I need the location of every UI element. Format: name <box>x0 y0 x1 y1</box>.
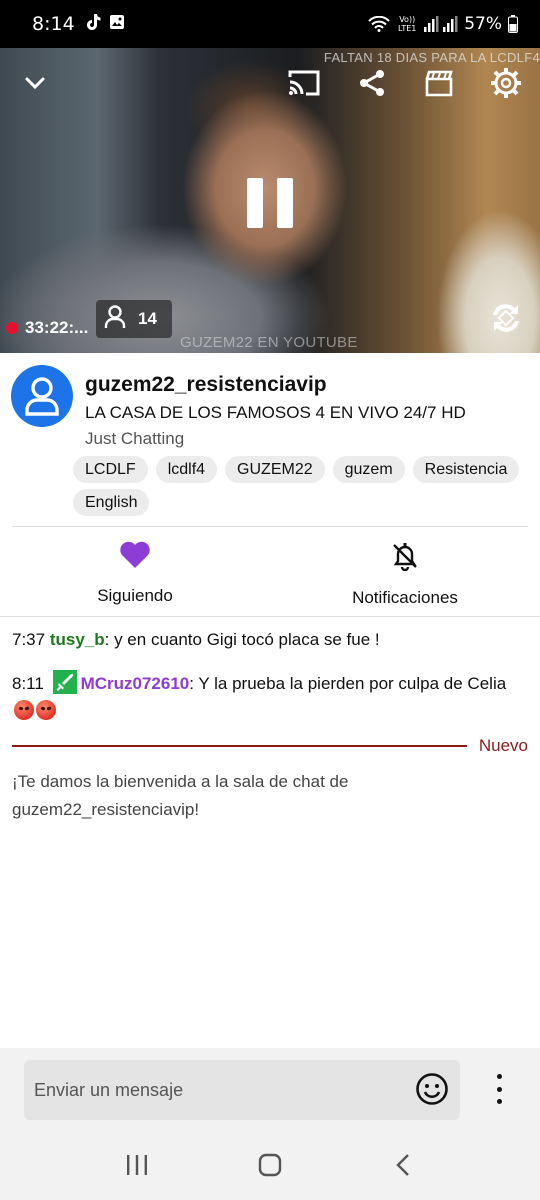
message-text: Y la prueba la pierden por culpa de Celi… <box>193 674 507 693</box>
message-time: 8:11 <box>12 674 44 693</box>
chevron-down-icon[interactable] <box>20 68 50 98</box>
battery-icon <box>508 15 518 33</box>
heart-icon <box>119 541 151 574</box>
channel-info: guzem22_resistenciavip LA CASA DE LOS FA… <box>0 353 540 527</box>
channel-name[interactable]: guzem22_resistenciavip <box>85 373 327 397</box>
chat-message: 7:37 tusy_b: y en cuanto Gigi tocó placa… <box>12 626 528 654</box>
new-messages-label: Nuevo <box>478 736 528 755</box>
rotate-icon[interactable] <box>486 298 526 338</box>
tag-chip[interactable]: lcdlf4 <box>155 456 218 483</box>
tag-chip[interactable]: guzem <box>332 456 405 483</box>
home-icon[interactable] <box>250 1145 290 1185</box>
battery-level: 57% <box>464 14 502 34</box>
tag-chip[interactable]: English <box>73 489 150 516</box>
signal-icon <box>424 16 458 32</box>
more-options-icon[interactable] <box>488 1072 510 1106</box>
live-uptime: 33:22:... <box>6 310 88 346</box>
network-type: Vo)) LTE1 <box>398 15 417 33</box>
follow-button[interactable]: Siguiendo <box>0 527 270 616</box>
message-username[interactable]: MCruz072610 <box>81 674 190 693</box>
viewer-count: 14 <box>96 300 172 338</box>
message-text: y en cuanto Gigi tocó placa se fue ! <box>109 630 380 649</box>
sword-badge-icon <box>52 670 77 694</box>
chat-input[interactable] <box>24 1060 460 1120</box>
avatar[interactable] <box>11 365 73 427</box>
message-time: 7:37 <box>12 630 46 649</box>
status-bar: 8:14 Vo)) LTE1 57% <box>0 0 540 48</box>
chat-input-bar <box>0 1048 540 1130</box>
recent-apps-icon[interactable] <box>117 1145 157 1185</box>
person-icon <box>104 304 126 334</box>
tag-chip[interactable]: GUZEM22 <box>225 456 325 483</box>
chat-message: 8:11 MCruz072610: Y la prueba la pierden… <box>12 670 528 726</box>
angry-face-icon <box>36 700 56 720</box>
cast-icon[interactable] <box>285 66 323 100</box>
tag-chip[interactable]: Resistencia <box>412 456 520 483</box>
action-bar: Siguiendo Notificaciones <box>0 527 540 617</box>
video-top-banner: FALTAN 18 DIAS PARA LA LCDLF4 <box>323 50 540 65</box>
chat-panel[interactable]: 7:37 tusy_b: y en cuanto Gigi tocó placa… <box>0 618 540 1048</box>
emoji-picker-icon[interactable] <box>415 1072 449 1106</box>
video-bottom-banner: GUZEM22 EN YOUTUBE <box>180 334 358 351</box>
stream-category[interactable]: Just Chatting <box>85 429 184 449</box>
wifi-icon <box>368 16 390 32</box>
tag-list: LCDLF lcdlf4 GUZEM22 guzem Resistencia E… <box>73 456 533 516</box>
notifications-button[interactable]: Notificaciones <box>270 527 540 616</box>
live-indicator <box>6 322 18 334</box>
notifications-label: Notificaciones <box>352 588 458 607</box>
welcome-message: ¡Te damos la bienvenida a la sala de cha… <box>12 772 349 819</box>
tiktok-icon <box>85 13 101 36</box>
new-messages-separator: Nuevo <box>12 735 528 757</box>
uptime-text: 33:22:... <box>25 318 89 337</box>
settings-icon[interactable] <box>488 66 524 100</box>
share-icon[interactable] <box>354 66 390 100</box>
avatar-person-icon <box>25 377 59 416</box>
stream-title: LA CASA DE LOS FAMOSOS 4 EN VIVO 24/7 HD <box>85 403 466 422</box>
pause-icon[interactable] <box>240 170 300 236</box>
bell-off-icon <box>390 541 420 576</box>
message-username[interactable]: tusy_b <box>50 630 105 649</box>
angry-face-icon <box>14 700 34 720</box>
viewer-count-text: 14 <box>138 309 157 328</box>
system-nav-bar <box>0 1130 540 1200</box>
status-time: 8:14 <box>32 13 75 35</box>
tag-chip[interactable]: LCDLF <box>73 456 148 483</box>
gallery-icon <box>109 14 125 35</box>
follow-label: Siguiendo <box>97 586 173 605</box>
video-player[interactable]: FALTAN 18 DIAS PARA LA LCDLF4 GUZEM22 EN… <box>0 48 540 353</box>
back-icon[interactable] <box>383 1145 423 1185</box>
clip-icon[interactable] <box>420 66 458 100</box>
